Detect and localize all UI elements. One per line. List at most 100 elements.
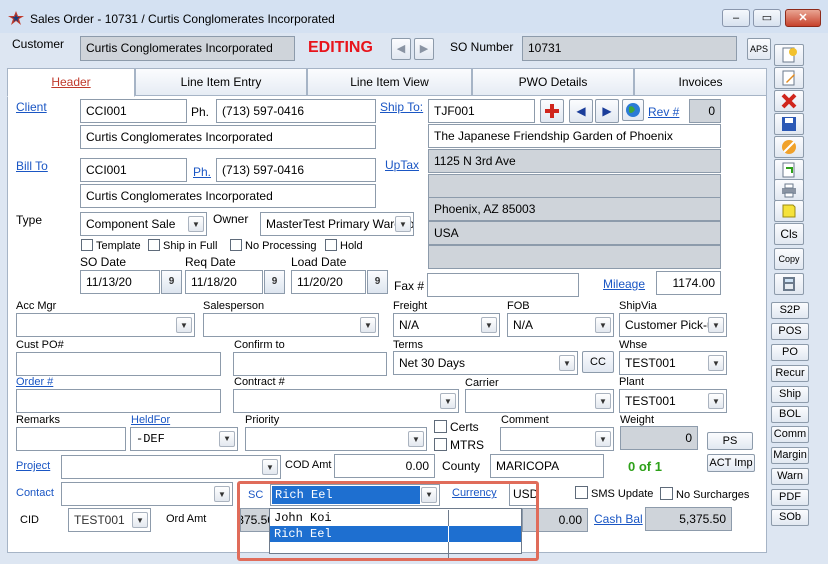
bill-to-phone-link[interactable]: Ph.	[193, 165, 211, 179]
copy-button[interactable]: Copy	[774, 248, 804, 270]
note-button[interactable]	[774, 200, 804, 222]
rev-link[interactable]: Rev #	[648, 105, 679, 119]
close-order-button[interactable]: Cls	[774, 223, 804, 245]
load-date-calendar-button[interactable]: 9	[367, 270, 388, 294]
prev-ship-to-button[interactable]: ◀	[569, 99, 593, 123]
contract-select[interactable]: ▼	[233, 389, 459, 413]
no-surcharges-checkbox[interactable]: No Surcharges	[660, 487, 749, 501]
ship-in-full-checkbox[interactable]: Ship in Full	[148, 239, 217, 252]
priority-select[interactable]: ▼	[245, 427, 427, 451]
ship-to-address-line2[interactable]	[428, 174, 721, 198]
req-date-calendar-button[interactable]: 9	[264, 270, 285, 294]
no-processing-checkbox[interactable]: No Processing	[230, 239, 317, 252]
sms-update-checkbox[interactable]: SMS Update	[575, 486, 653, 500]
bill-to-link[interactable]: Bill To	[16, 159, 48, 173]
acc-mgr-select[interactable]: ▼	[16, 313, 195, 337]
cc-button[interactable]: CC	[582, 351, 614, 373]
heldfor-link[interactable]: HeldFor	[131, 414, 170, 426]
minimize-button[interactable]: ‒	[722, 9, 750, 27]
cust-po-field[interactable]	[16, 352, 221, 376]
comment-select[interactable]: ▼	[500, 427, 614, 451]
certs-checkbox[interactable]: Certs	[434, 420, 479, 434]
fob-select[interactable]: N/A ▼	[507, 313, 614, 337]
cash-bal-field[interactable]: 5,375.50	[645, 507, 732, 531]
add-ship-to-button[interactable]	[540, 99, 564, 123]
county-field[interactable]: MARICOPA	[490, 454, 604, 478]
project-select[interactable]: ▼	[61, 455, 281, 479]
recur-button[interactable]: Recur	[771, 365, 809, 382]
client-name-field[interactable]: Curtis Conglomerates Incorporated	[80, 125, 376, 149]
ship-to-name-field[interactable]: The Japanese Friendship Garden of Phoeni…	[428, 124, 721, 148]
salesperson-select[interactable]: ▼	[203, 313, 379, 337]
s2p-button[interactable]: S2P	[771, 302, 809, 319]
maximize-button[interactable]: ▭	[753, 9, 781, 27]
ship-to-address-line1[interactable]: 1125 N 3rd Ave	[428, 149, 721, 173]
warn-button[interactable]: Warn	[771, 468, 809, 485]
tab-pwo-details[interactable]: PWO Details	[472, 68, 634, 96]
ship-to-country[interactable]: USA	[428, 221, 721, 245]
so-date-field[interactable]: 11/13/20	[80, 270, 160, 294]
mileage-field[interactable]: 1174.00	[656, 271, 721, 295]
mileage-link[interactable]: Mileage	[603, 277, 645, 291]
ship-to-link[interactable]: Ship To:	[380, 100, 423, 114]
act-imp-button[interactable]: ACT Imp	[707, 454, 755, 472]
order-number-link[interactable]: Order #	[16, 376, 53, 388]
type-select[interactable]: Component Sale ▼	[80, 212, 207, 236]
sob-button[interactable]: SOb	[771, 509, 809, 526]
so-number-field[interactable]: 10731	[522, 36, 737, 61]
margin-button[interactable]: Margin	[771, 447, 809, 464]
req-date-field[interactable]: 11/18/20	[185, 270, 263, 294]
pos-button[interactable]: POS	[771, 323, 809, 340]
cid-select[interactable]: TEST001 ▼	[68, 508, 151, 532]
project-link[interactable]: Project	[16, 460, 50, 472]
carrier-select[interactable]: ▼	[465, 389, 614, 413]
pdf-button[interactable]: PDF	[771, 489, 809, 506]
client-code-field[interactable]: CCI001	[80, 99, 187, 123]
edit-button[interactable]	[774, 67, 804, 89]
client-link[interactable]: Client	[16, 100, 47, 114]
rev-field[interactable]: 0	[689, 99, 721, 123]
cancel-button[interactable]	[774, 136, 804, 158]
po-button[interactable]: PO	[771, 344, 809, 361]
tab-invoices[interactable]: Invoices	[634, 68, 767, 96]
prev-record-button[interactable]: ◀	[391, 38, 411, 60]
globe-button[interactable]	[622, 99, 644, 121]
plant-select[interactable]: TEST001 ▼	[619, 389, 727, 413]
ship-button[interactable]: Ship	[771, 386, 809, 403]
save-button[interactable]	[774, 113, 804, 135]
tab-line-item-view[interactable]: Line Item View	[307, 68, 472, 96]
heldfor-select[interactable]: -DEF ▼	[130, 427, 238, 451]
confirm-to-field[interactable]	[233, 352, 387, 376]
load-date-field[interactable]: 11/20/20	[291, 270, 366, 294]
so-date-calendar-button[interactable]: 9	[161, 270, 182, 294]
client-phone-field[interactable]: (713) 597-0416	[216, 99, 376, 123]
cod-amt-field[interactable]: 0.00	[334, 454, 435, 478]
shipvia-select[interactable]: Customer Pick-up ▼	[619, 313, 727, 337]
delete-button[interactable]	[774, 90, 804, 112]
customer-field[interactable]: Curtis Conglomerates Incorporated	[80, 36, 295, 61]
ps-button[interactable]: PS	[707, 432, 753, 450]
weight-field[interactable]: 0	[620, 426, 698, 450]
cash-bal-link[interactable]: Cash Bal	[594, 512, 643, 526]
next-ship-to-button[interactable]: ▶	[595, 99, 619, 123]
order-number-field[interactable]	[16, 389, 221, 413]
close-button[interactable]: ✕	[785, 9, 821, 27]
mtrs-checkbox[interactable]: MTRS	[434, 438, 484, 452]
comm-button[interactable]: Comm	[771, 426, 809, 443]
ship-to-code-field[interactable]: TJF001	[428, 99, 535, 123]
remarks-field[interactable]	[16, 427, 126, 451]
hold-checkbox[interactable]: Hold	[325, 239, 363, 252]
freight-select[interactable]: N/A ▼	[393, 313, 500, 337]
tab-line-item-entry[interactable]: Line Item Entry	[135, 68, 307, 96]
owner-select[interactable]: MasterTest Primary Warehouse▼	[260, 212, 414, 236]
refresh-button[interactable]	[774, 159, 804, 181]
ship-to-city-state-zip[interactable]: Phoenix, AZ 85003	[428, 197, 721, 221]
bill-to-name-field[interactable]: Curtis Conglomerates Incorporated	[80, 184, 376, 208]
terms-select[interactable]: Net 30 Days ▼	[393, 351, 578, 375]
calculator-button[interactable]	[774, 273, 804, 295]
tab-header[interactable]: Header	[7, 68, 135, 97]
next-record-button[interactable]: ▶	[414, 38, 434, 60]
uptax-link[interactable]: UpTax	[385, 158, 419, 172]
new-document-button[interactable]	[774, 44, 804, 66]
contact-select[interactable]: ▼	[61, 482, 233, 506]
